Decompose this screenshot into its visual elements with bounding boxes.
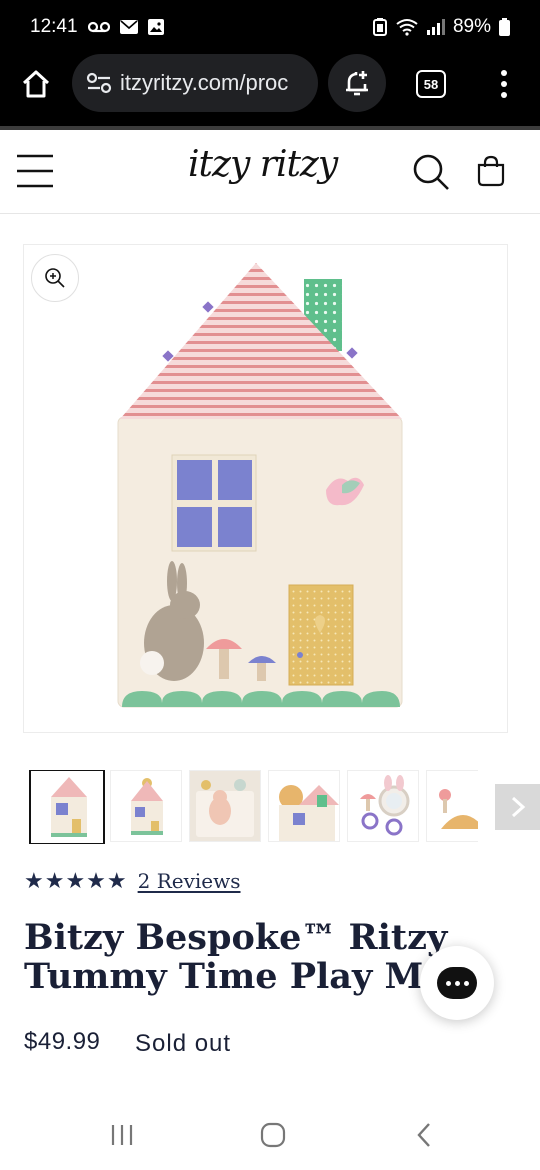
site-logo[interactable]: itzy ritzy bbox=[188, 144, 338, 185]
system-nav-bar bbox=[0, 1100, 540, 1170]
cart-button[interactable] bbox=[476, 155, 506, 187]
mail-icon bbox=[119, 20, 138, 34]
sold-out-badge: Sold out bbox=[135, 1030, 232, 1057]
product-image-gallery[interactable] bbox=[23, 244, 508, 733]
battery-icon bbox=[499, 18, 510, 36]
home-nav-icon[interactable] bbox=[260, 1122, 286, 1148]
tab-count: 58 bbox=[423, 76, 439, 92]
home-button[interactable] bbox=[18, 66, 54, 102]
status-time: 12:41 bbox=[30, 16, 78, 37]
thumbnail-6[interactable] bbox=[426, 770, 478, 842]
thumbnail-4[interactable] bbox=[268, 770, 340, 842]
hamburger-menu-icon bbox=[17, 154, 53, 188]
bell-plus-icon bbox=[346, 71, 368, 96]
more-vert-icon bbox=[501, 70, 507, 98]
thumbnail-next-button[interactable] bbox=[495, 784, 540, 830]
product-title-line-2: Tummy Time Play Mat bbox=[24, 956, 463, 996]
chevron-right-icon bbox=[511, 796, 525, 818]
tabs-icon[interactable]: 58 bbox=[416, 70, 446, 98]
recent-apps-icon[interactable] bbox=[110, 1124, 134, 1146]
search-icon bbox=[413, 154, 449, 190]
thumbnail-1[interactable] bbox=[29, 770, 105, 844]
gallery-icon bbox=[147, 19, 164, 35]
back-icon[interactable] bbox=[416, 1122, 432, 1148]
signal-icon bbox=[426, 19, 445, 35]
data-saver-icon bbox=[372, 18, 387, 36]
thumbnail-3[interactable] bbox=[189, 770, 261, 842]
product-title-line-1: Bitzy Bespoke™ Ritzy bbox=[24, 918, 448, 958]
url-text: itzyritzy.com/proc bbox=[120, 70, 289, 95]
notify-button[interactable] bbox=[328, 54, 386, 112]
rating-stars: ★★★★★ bbox=[24, 868, 128, 893]
home-icon bbox=[22, 70, 50, 98]
more-button[interactable] bbox=[492, 66, 516, 102]
thumbnail-strip bbox=[28, 770, 478, 844]
cart-icon bbox=[477, 155, 505, 187]
status-bar: 12:41 89% bbox=[0, 0, 540, 54]
door bbox=[288, 584, 354, 686]
play-mat-house-image bbox=[117, 263, 403, 708]
browser-toolbar: itzyritzy.com/proc 58 bbox=[0, 54, 540, 126]
site-settings-icon[interactable] bbox=[86, 71, 112, 95]
product-price: $49.99 bbox=[24, 1028, 101, 1055]
wifi-icon bbox=[396, 19, 418, 36]
menu-button[interactable] bbox=[16, 152, 54, 190]
reviews-link[interactable]: 2 Reviews bbox=[138, 869, 241, 893]
thumbnail-5[interactable] bbox=[347, 770, 419, 842]
address-bar[interactable]: itzyritzy.com/proc bbox=[72, 54, 318, 112]
thumbnail-2[interactable] bbox=[110, 770, 182, 842]
roof bbox=[120, 263, 402, 419]
search-button[interactable] bbox=[411, 152, 451, 192]
chat-widget-button[interactable] bbox=[420, 946, 494, 1020]
product-title: Bitzy Bespoke™ Ritzy Tummy Time Play Mat bbox=[24, 918, 464, 996]
site-header: itzy ritzy bbox=[0, 130, 540, 214]
chat-icon bbox=[437, 967, 477, 999]
product-rating: ★★★★★ 2 Reviews bbox=[24, 868, 241, 894]
battery-percent: 89% bbox=[452, 16, 491, 37]
voicemail-icon bbox=[87, 21, 110, 33]
